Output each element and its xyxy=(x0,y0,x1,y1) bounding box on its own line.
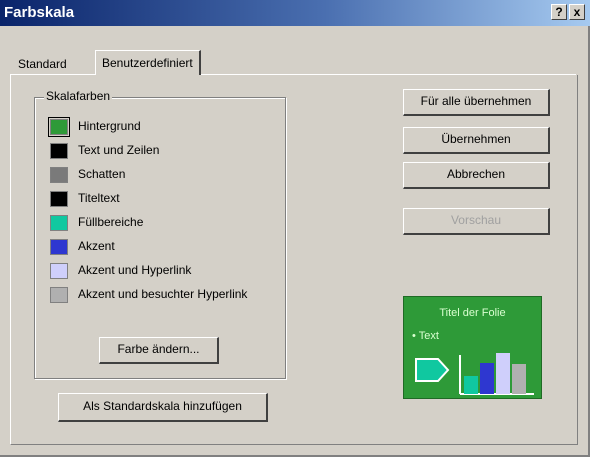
dialog-title: Farbskala xyxy=(4,4,75,21)
color-label: Akzent und besuchter Hyperlink xyxy=(78,287,248,301)
tab-benutzerdefiniert[interactable]: Benutzerdefiniert xyxy=(95,50,201,75)
preview-button[interactable]: Vorschau xyxy=(403,208,550,235)
color-swatch[interactable] xyxy=(50,143,68,159)
color-row-text-und-zeilen[interactable]: Text und Zeilen xyxy=(50,142,290,162)
slide-preview: Titel der Folie • Text xyxy=(403,296,542,399)
color-swatch[interactable] xyxy=(48,117,70,137)
color-swatch[interactable] xyxy=(50,215,68,231)
color-label: Schatten xyxy=(78,167,126,181)
color-row-akzent-besuchter-hyperlink[interactable]: Akzent und besuchter Hyperlink xyxy=(50,286,290,306)
color-label: Akzent und Hyperlink xyxy=(78,263,192,277)
color-row-akzent[interactable]: Akzent xyxy=(50,238,290,258)
color-swatch[interactable] xyxy=(50,263,68,279)
preview-bar-1 xyxy=(464,376,478,394)
tab-standard[interactable]: Standard xyxy=(12,54,73,74)
change-color-button[interactable]: Farbe ändern... xyxy=(99,337,219,364)
preview-bar-2 xyxy=(480,363,494,394)
color-label: Füllbereiche xyxy=(78,215,144,229)
close-button[interactable]: x xyxy=(569,4,585,20)
preview-bar-4 xyxy=(512,364,526,394)
color-scheme-dialog: Farbskala ? x Standard Benutzerdefiniert… xyxy=(0,0,590,457)
help-button[interactable]: ? xyxy=(551,4,567,20)
color-swatch[interactable] xyxy=(50,191,68,207)
color-swatch[interactable] xyxy=(50,239,68,255)
title-bar: Farbskala ? x xyxy=(0,0,590,26)
color-row-titeltext[interactable]: Titeltext xyxy=(50,190,290,210)
cancel-button[interactable]: Abbrechen xyxy=(403,162,550,189)
apply-button[interactable]: Übernehmen xyxy=(403,127,550,154)
color-label: Akzent xyxy=(78,239,115,253)
add-as-standard-button[interactable]: Als Standardskala hinzufügen xyxy=(58,393,268,422)
color-swatch[interactable] xyxy=(50,167,68,183)
preview-arrow-shape xyxy=(415,358,450,382)
color-label: Hintergrund xyxy=(78,119,141,133)
color-swatch[interactable] xyxy=(50,287,68,303)
color-label: Text und Zeilen xyxy=(78,143,160,157)
scheme-colors-group-title: Skalafarben xyxy=(44,89,113,103)
color-row-akzent-und-hyperlink[interactable]: Akzent und Hyperlink xyxy=(50,262,290,282)
preview-bar-3 xyxy=(496,353,510,394)
preview-graphics xyxy=(415,353,534,395)
apply-to-all-button[interactable]: Für alle übernehmen xyxy=(403,89,550,116)
color-label: Titeltext xyxy=(78,191,120,205)
color-row-fuellbereiche[interactable]: Füllbereiche xyxy=(50,214,290,234)
color-row-schatten[interactable]: Schatten xyxy=(50,166,290,186)
color-row-hintergrund[interactable]: Hintergrund xyxy=(48,117,290,138)
